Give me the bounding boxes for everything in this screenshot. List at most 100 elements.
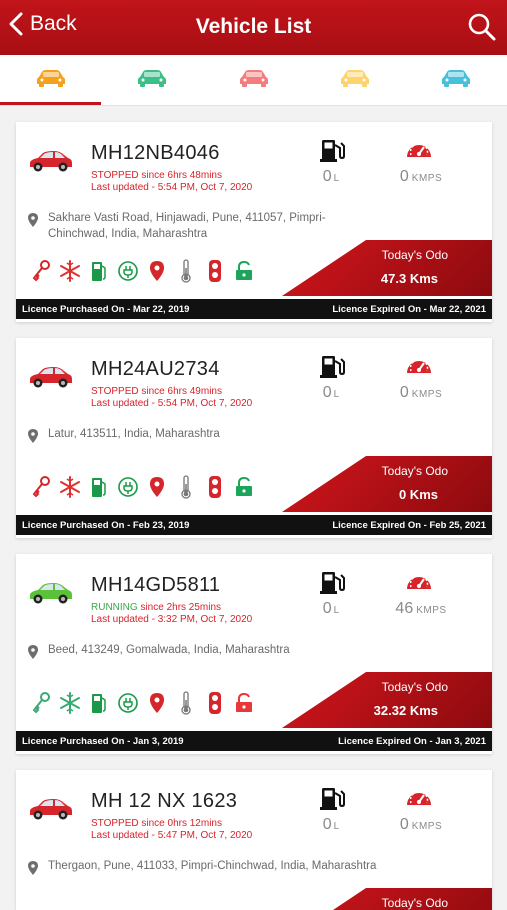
vehicle-car-image bbox=[26, 798, 74, 827]
vehicle-status-icons bbox=[26, 258, 258, 284]
key-icon bbox=[26, 690, 55, 716]
vehicle-plate: MH24AU2734 bbox=[91, 358, 220, 380]
app-header: Back Vehicle List bbox=[0, 0, 507, 55]
last-updated: Last updated - 3:32 PM, Oct 7, 2020 bbox=[91, 614, 253, 625]
licence-bar: Licence Purchased On - Jan 3, 2019 Licen… bbox=[16, 731, 492, 751]
vehicle-address: Sakhare Vasti Road, Hinjawadi, Pune, 411… bbox=[48, 212, 326, 240]
status-duration: since 2hrs 25mins bbox=[137, 602, 222, 613]
seatbelt-icon bbox=[200, 690, 229, 716]
speed-unit: KMPS bbox=[411, 173, 443, 184]
ac-snowflake-icon bbox=[55, 474, 84, 500]
status-duration: since 0hrs 12mins bbox=[138, 818, 222, 829]
vehicle-address: Thergaon, Pune, 411033, Pimpri-Chinchwad… bbox=[48, 860, 377, 872]
licence-bar: Licence Purchased On - Mar 22, 2019 Lice… bbox=[16, 299, 492, 319]
speed-readout: 0 KMPS bbox=[376, 816, 466, 834]
vehicle-car-image bbox=[26, 150, 74, 179]
tab-stopped[interactable] bbox=[203, 55, 304, 105]
location-pin-icon bbox=[142, 690, 171, 716]
odo-label: Today's Odo bbox=[381, 464, 448, 478]
speed-value: 0 bbox=[399, 816, 409, 833]
car-icon bbox=[137, 69, 167, 92]
fuel-pump-icon bbox=[84, 690, 113, 716]
vehicle-status: STOPPED since 6hrs 49mins Last updated -… bbox=[91, 386, 271, 410]
address-pin-icon bbox=[28, 861, 38, 880]
licence-purchased: Licence Purchased On - Feb 23, 2019 bbox=[22, 520, 190, 531]
speed-unit: KMPS bbox=[411, 821, 443, 832]
fuel-value: 0 bbox=[322, 600, 332, 617]
vehicle-card[interactable]: MH12NB4046 STOPPED since 6hrs 48mins Las… bbox=[16, 122, 492, 322]
fuel-readout: 0L bbox=[306, 168, 356, 186]
power-plug-icon bbox=[113, 474, 142, 500]
status-word: STOPPED bbox=[91, 170, 139, 181]
tab-inactive[interactable] bbox=[406, 55, 507, 105]
vehicle-card[interactable]: MH14GD5811 RUNNING since 2hrs 25mins Las… bbox=[16, 554, 492, 754]
fuel-readout: 0L bbox=[306, 384, 356, 402]
vehicle-car-image bbox=[26, 366, 74, 395]
tab-idle[interactable] bbox=[304, 55, 405, 105]
speed-unit: KMPS bbox=[416, 605, 447, 616]
vehicle-address: Beed, 413249, Gomalwada, India, Maharash… bbox=[48, 644, 290, 656]
seatbelt-icon bbox=[200, 258, 229, 284]
fuel-icon bbox=[318, 354, 348, 385]
fuel-unit: L bbox=[333, 389, 340, 400]
vehicle-card[interactable]: MH24AU2734 STOPPED since 6hrs 49mins Las… bbox=[16, 338, 492, 538]
speed-value: 46 bbox=[395, 600, 414, 617]
lock-icon bbox=[229, 258, 258, 284]
vehicle-plate: MH 12 NX 1623 bbox=[91, 790, 238, 812]
vehicle-car-image bbox=[26, 582, 74, 611]
fuel-value: 0 bbox=[322, 168, 332, 185]
fuel-value: 0 bbox=[322, 384, 332, 401]
speedometer-icon bbox=[404, 352, 434, 383]
tab-all[interactable] bbox=[0, 55, 102, 105]
speed-readout: 0 KMPS bbox=[376, 384, 466, 402]
status-word: STOPPED bbox=[91, 386, 139, 397]
car-icon bbox=[239, 69, 269, 92]
todays-odo-panel: Today's Odo bbox=[282, 888, 492, 910]
vehicle-plate: MH14GD5811 bbox=[91, 574, 221, 596]
vehicle-status: STOPPED since 0hrs 12mins Last updated -… bbox=[91, 818, 271, 842]
status-duration: since 6hrs 49mins bbox=[138, 386, 222, 397]
vehicle-address: Latur, 413511, India, Maharashtra bbox=[48, 428, 220, 440]
last-updated: Last updated - 5:54 PM, Oct 7, 2020 bbox=[91, 182, 253, 193]
odo-label: Today's Odo bbox=[381, 680, 448, 694]
lock-icon bbox=[229, 690, 258, 716]
speedometer-icon bbox=[404, 136, 434, 167]
fuel-icon bbox=[318, 570, 348, 601]
odo-value: 47.3 Kms bbox=[380, 271, 438, 286]
fuel-unit: L bbox=[333, 605, 340, 616]
licence-expired: Licence Expired On - Feb 25, 2021 bbox=[332, 520, 486, 531]
fuel-pump-icon bbox=[84, 258, 113, 284]
last-updated: Last updated - 5:54 PM, Oct 7, 2020 bbox=[91, 398, 253, 409]
speedometer-icon bbox=[404, 568, 434, 599]
power-plug-icon bbox=[113, 690, 142, 716]
address-pin-icon bbox=[28, 429, 38, 448]
fuel-value: 0 bbox=[322, 816, 332, 833]
licence-purchased: Licence Purchased On - Mar 22, 2019 bbox=[22, 304, 190, 315]
fuel-pump-icon bbox=[84, 474, 113, 500]
thermometer-icon bbox=[171, 690, 200, 716]
fuel-readout: 0L bbox=[306, 816, 356, 834]
speedometer-icon bbox=[404, 784, 434, 815]
tab-running[interactable] bbox=[101, 55, 202, 105]
speed-unit: KMPS bbox=[411, 389, 443, 400]
fuel-unit: L bbox=[333, 173, 340, 184]
todays-odo-panel: Today's Odo 0 Kms bbox=[282, 456, 492, 512]
odo-label: Today's Odo bbox=[381, 248, 448, 262]
speed-value: 0 bbox=[399, 168, 409, 185]
vehicle-status-icons bbox=[26, 474, 258, 500]
lock-icon bbox=[229, 474, 258, 500]
seatbelt-icon bbox=[200, 474, 229, 500]
car-icon bbox=[36, 69, 66, 92]
thermometer-icon bbox=[171, 474, 200, 500]
search-button[interactable] bbox=[467, 12, 497, 47]
car-icon bbox=[441, 69, 471, 92]
key-icon bbox=[26, 474, 55, 500]
status-word: RUNNING bbox=[91, 602, 138, 613]
last-updated: Last updated - 5:47 PM, Oct 7, 2020 bbox=[91, 830, 253, 841]
vehicle-card[interactable]: MH 12 NX 1623 STOPPED since 0hrs 12mins … bbox=[16, 770, 492, 910]
speed-readout: 0 KMPS bbox=[376, 168, 466, 186]
location-pin-icon bbox=[142, 258, 171, 284]
vehicle-status: RUNNING since 2hrs 25mins Last updated -… bbox=[91, 602, 271, 626]
todays-odo-panel: Today's Odo 32.32 Kms bbox=[282, 672, 492, 728]
fuel-icon bbox=[318, 138, 348, 169]
